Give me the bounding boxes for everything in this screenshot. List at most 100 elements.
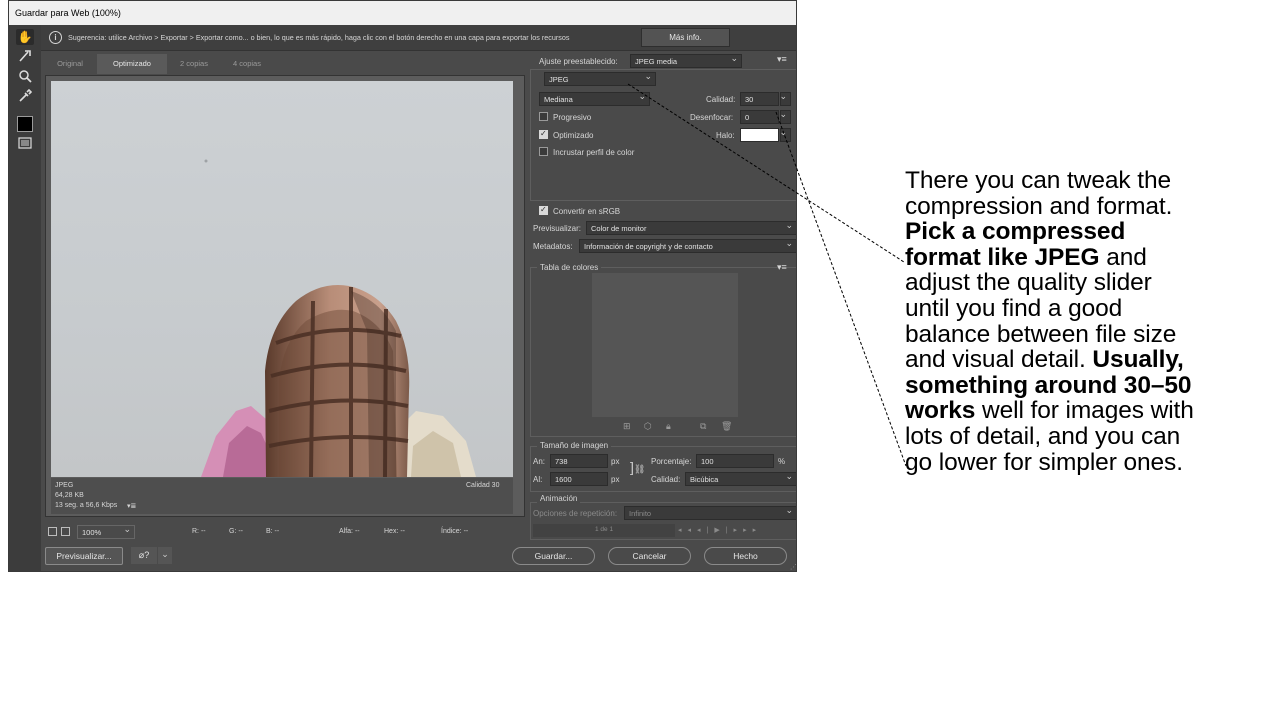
compression-value: Mediana	[544, 95, 573, 104]
animation-controls[interactable]: ◂◂◂|▶|▸▸▸	[678, 526, 762, 534]
format-select[interactable]: JPEG	[544, 72, 656, 86]
repeat-options-select[interactable]: Infinito	[624, 506, 796, 520]
eyedropper-icon[interactable]	[16, 88, 34, 105]
repeat-options-label: Opciones de repetición:	[533, 509, 618, 518]
preview-format: JPEG	[55, 482, 74, 489]
quality-input[interactable]: 30	[740, 92, 779, 106]
blur-label: Desenfocar:	[690, 113, 734, 122]
save-button[interactable]: Guardar...	[512, 547, 595, 565]
percent-unit: %	[778, 457, 786, 466]
blur-slider-toggle[interactable]	[780, 110, 791, 124]
zoom-level-value: 100%	[82, 528, 102, 537]
zoom-level-select[interactable]: 100%	[77, 525, 135, 539]
color-table-menu-icon[interactable]: ▾≡	[777, 262, 787, 273]
slice-select-icon[interactable]	[16, 49, 34, 65]
blur-input[interactable]: 0	[740, 110, 779, 124]
zoom-out-button[interactable]	[48, 527, 57, 536]
resample-quality-value: Bicúbica	[690, 475, 719, 484]
annotation-callout: There you can tweak the compression and …	[905, 168, 1195, 475]
frame-counter-box: 1 de 1	[533, 524, 675, 537]
preview-mode-value: Color de monitor	[591, 224, 647, 233]
repeat-options-value: Infinito	[629, 509, 652, 518]
web-snap-icon[interactable]: ⬡	[644, 421, 652, 432]
metadata-label: Metadatos:	[533, 242, 573, 251]
matte-label: Halo:	[716, 131, 735, 140]
lock-color-icon[interactable]: 🔒︎	[666, 421, 671, 432]
metadata-value: Información de copyright y de contacto	[584, 242, 713, 251]
browser-select-dropdown[interactable]: ⌄	[158, 547, 172, 564]
percent-input[interactable]: 100	[696, 454, 774, 468]
color-table-title: Tabla de colores	[537, 263, 602, 272]
info-icon: i	[49, 31, 62, 44]
width-label: An:	[533, 457, 546, 466]
resize-grip-icon[interactable]: ⋰	[790, 563, 796, 571]
hand-icon[interactable]: ✋	[16, 29, 34, 45]
srgb-checkbox[interactable]	[539, 205, 548, 215]
metadata-select[interactable]: Información de copyright y de contacto	[579, 239, 796, 253]
status-bar: 100% R: -- G: -- B: -- Alfa: -- Hex: -- …	[45, 523, 525, 541]
new-color-icon[interactable]: ⧉	[700, 421, 706, 432]
delete-color-icon[interactable]: 🗑︎	[721, 421, 732, 432]
preview-download-time: 13 seg. a 56,6 Kbps	[55, 502, 118, 509]
animation-title: Animación	[537, 494, 581, 503]
browser-preview-icon[interactable]: ⌀?	[131, 547, 157, 564]
dialog-title: Guardar para Web (100%)	[9, 1, 796, 25]
photo-content	[201, 159, 476, 477]
hint-bar: i Sugerencia: utilice Archivo > Exportar…	[41, 25, 796, 51]
readout-hex: Hex: --	[384, 528, 405, 535]
tab-2-up[interactable]: 2 copias	[169, 54, 219, 74]
preview-button[interactable]: Previsualizar...	[45, 547, 123, 565]
quality-label: Calidad:	[706, 95, 736, 104]
preset-menu-icon[interactable]: ▾≡	[777, 54, 787, 65]
tool-strip: ✋	[9, 25, 41, 571]
zoom-icon[interactable]	[16, 69, 34, 85]
eyedropper-color-swatch[interactable]	[17, 116, 33, 132]
height-label: Al:	[533, 475, 543, 484]
progressive-label: Progresivo	[553, 113, 592, 122]
image-size-title: Tamaño de imagen	[537, 441, 612, 450]
preview-info-bar: JPEG 64,28 KB 13 seg. a 56,6 Kbps ▾≣ Cal…	[51, 478, 513, 514]
preset-value: JPEG media	[635, 57, 678, 66]
view-tabs: Original Optimizado 2 copias 4 copias	[45, 54, 525, 74]
frame-counter: 1 de 1	[595, 526, 614, 533]
preset-select[interactable]: JPEG media	[630, 54, 742, 68]
tab-original[interactable]: Original	[45, 54, 95, 74]
optimized-image-preview[interactable]	[51, 81, 513, 477]
preview-file-size: 64,28 KB	[55, 492, 84, 499]
optimized-checkbox[interactable]	[539, 129, 548, 139]
cancel-button[interactable]: Cancelar	[608, 547, 691, 565]
tab-optimized[interactable]: Optimizado	[97, 54, 167, 74]
readout-g: G: --	[229, 528, 243, 535]
color-table-swatches[interactable]	[592, 273, 738, 417]
readout-alpha: Alfa: --	[339, 528, 360, 535]
quality-slider-toggle[interactable]	[780, 92, 791, 106]
download-speed-menu-icon[interactable]: ▾≣	[127, 502, 136, 510]
callout-text-1: There you can tweak the compression and …	[905, 167, 1173, 220]
link-aspect-icon[interactable]: ]⛓︎	[630, 459, 645, 475]
embed-profile-label: Incrustar perfil de color	[553, 148, 635, 157]
readout-index: Índice: --	[441, 528, 469, 535]
more-info-button[interactable]: Más info.	[641, 28, 730, 47]
slice-visibility-icon[interactable]	[16, 137, 34, 153]
height-unit: px	[611, 475, 620, 484]
done-button[interactable]: Hecho	[704, 547, 787, 565]
resample-quality-select[interactable]: Bicúbica	[685, 472, 796, 486]
matte-select[interactable]	[780, 128, 791, 142]
tab-4-up[interactable]: 4 copias	[221, 54, 273, 74]
embed-profile-checkbox[interactable]	[539, 147, 548, 156]
hint-text: Sugerencia: utilice Archivo > Exportar >…	[68, 33, 570, 42]
readout-b: B: --	[266, 528, 280, 535]
height-input[interactable]: 1600	[550, 472, 608, 486]
progressive-checkbox[interactable]	[539, 112, 548, 121]
resample-quality-label: Calidad:	[651, 475, 681, 484]
bottom-bar: Previsualizar... ⌀? ⌄ Guardar... Cancela…	[41, 541, 796, 571]
compression-select[interactable]: Mediana	[539, 92, 650, 106]
image-preview-frame: JPEG 64,28 KB 13 seg. a 56,6 Kbps ▾≣ Cal…	[45, 75, 525, 517]
matte-color-swatch[interactable]	[740, 128, 779, 142]
zoom-in-button[interactable]	[61, 527, 70, 536]
preview-mode-select[interactable]: Color de monitor	[586, 221, 796, 235]
preset-label: Ajuste preestablecido:	[539, 57, 618, 66]
width-input[interactable]: 738	[550, 454, 608, 468]
map-color-icon[interactable]: ⊞	[623, 421, 631, 432]
callout-bold-1: Pick a compressed format like JPEG	[905, 218, 1126, 271]
